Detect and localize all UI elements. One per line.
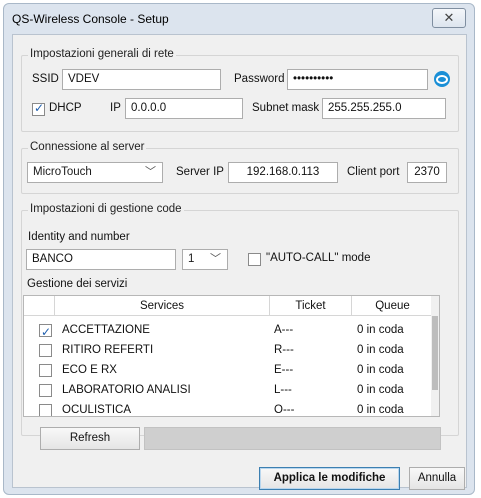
column-header-queue[interactable]: Queue	[352, 296, 433, 316]
service-name: RITIRO REFERTI	[62, 344, 154, 356]
service-queue: 0 in coda	[357, 324, 404, 336]
subnet-label: Subnet mask	[252, 102, 320, 114]
server-group-legend: Connessione al server	[28, 141, 147, 153]
autocall-checkbox[interactable]	[248, 253, 261, 266]
service-ticket: A---	[274, 324, 294, 336]
table-scrollbar[interactable]	[431, 296, 439, 416]
password-input[interactable]: ••••••••••	[287, 69, 428, 90]
dhcp-checkbox[interactable]	[32, 101, 45, 116]
server-type-select[interactable]: MicroTouch ﹀	[27, 162, 163, 183]
number-select[interactable]: 1 ﹀	[182, 249, 228, 270]
network-group: Impostazioni generali di rete SSID VDEV …	[21, 48, 459, 132]
client-port-label: Client port	[347, 166, 400, 178]
identity-label: Identity and number	[28, 231, 130, 243]
column-header-services[interactable]: Services	[55, 296, 270, 316]
service-ticket: E---	[274, 364, 294, 376]
close-button[interactable]: ✕	[432, 8, 466, 28]
service-name: OCULISTICA	[62, 404, 132, 416]
service-name: ECO E RX	[62, 364, 117, 376]
server-ip-label: Server IP	[176, 166, 224, 178]
service-checkbox[interactable]	[39, 404, 52, 416]
service-checkbox[interactable]	[39, 344, 52, 357]
table-row[interactable]: RITIRO REFERTI R--- 0 in coda	[24, 340, 433, 360]
autocall-label: "AUTO-CALL" mode	[266, 252, 371, 264]
server-ip-input[interactable]: 192.168.0.113	[228, 162, 338, 183]
table-row[interactable]: ACCETTAZIONE A--- 0 in coda	[24, 320, 433, 342]
queue-group-legend: Impostazioni di gestione code	[28, 203, 184, 215]
table-row[interactable]: OCULISTICA O--- 0 in coda	[24, 400, 433, 416]
table-row[interactable]: ECO E RX E--- 0 in coda	[24, 360, 433, 380]
service-name: ACCETTAZIONE	[62, 324, 150, 336]
password-label: Password	[234, 73, 285, 85]
dhcp-label: DHCP	[49, 102, 82, 114]
ip-label: IP	[110, 102, 121, 114]
apply-button[interactable]: Applica le modifiche	[259, 467, 400, 490]
subnet-input[interactable]: 255.255.255.0	[322, 98, 446, 119]
server-group: Connessione al server MicroTouch ﹀ Serve…	[21, 141, 459, 194]
window-title: QS-Wireless Console - Setup	[12, 12, 169, 26]
services-table: Services Ticket Queue ACCETTAZIONE A--- …	[23, 295, 440, 417]
chevron-down-icon: ﹀	[210, 253, 221, 265]
chevron-down-icon: ﹀	[145, 166, 156, 178]
identity-input[interactable]: BANCO	[26, 249, 176, 270]
service-ticket: L---	[274, 384, 292, 396]
server-type-value: MicroTouch	[33, 166, 92, 178]
service-ticket: O---	[274, 404, 295, 416]
ssid-label: SSID	[32, 73, 59, 85]
close-icon: ✕	[443, 10, 455, 25]
setup-window: QS-Wireless Console - Setup ✕ Impostazio…	[3, 3, 475, 495]
column-header-ticket[interactable]: Ticket	[270, 296, 352, 316]
scrollbar-thumb[interactable]	[432, 316, 438, 390]
ssid-input[interactable]: VDEV	[62, 69, 221, 90]
service-ticket: R---	[274, 344, 294, 356]
title-bar: QS-Wireless Console - Setup ✕	[4, 4, 474, 34]
service-queue: 0 in coda	[357, 364, 404, 376]
service-queue: 0 in coda	[357, 384, 404, 396]
service-queue: 0 in coda	[357, 404, 404, 416]
services-legend: Gestione dei servizi	[27, 278, 128, 290]
service-name: LABORATORIO ANALISI	[62, 384, 191, 396]
network-group-legend: Impostazioni generali di rete	[28, 48, 176, 60]
service-queue: 0 in coda	[357, 344, 404, 356]
client-port-input[interactable]: 2370	[407, 162, 447, 183]
service-checkbox[interactable]	[39, 364, 52, 377]
table-row[interactable]: LABORATORIO ANALISI L--- 0 in coda	[24, 380, 433, 400]
ip-input[interactable]: 0.0.0.0	[125, 98, 243, 119]
table-header: Services Ticket Queue	[24, 296, 433, 316]
service-checkbox[interactable]	[39, 322, 52, 342]
cancel-button[interactable]: Annulla	[409, 467, 465, 490]
column-header-check	[24, 296, 55, 316]
progress-bar	[144, 427, 441, 450]
eye-icon[interactable]	[434, 71, 450, 87]
dialog-client: Impostazioni generali di rete SSID VDEV …	[12, 34, 467, 490]
refresh-button[interactable]: Refresh	[40, 427, 140, 450]
service-checkbox[interactable]	[39, 384, 52, 397]
number-value: 1	[188, 253, 195, 265]
